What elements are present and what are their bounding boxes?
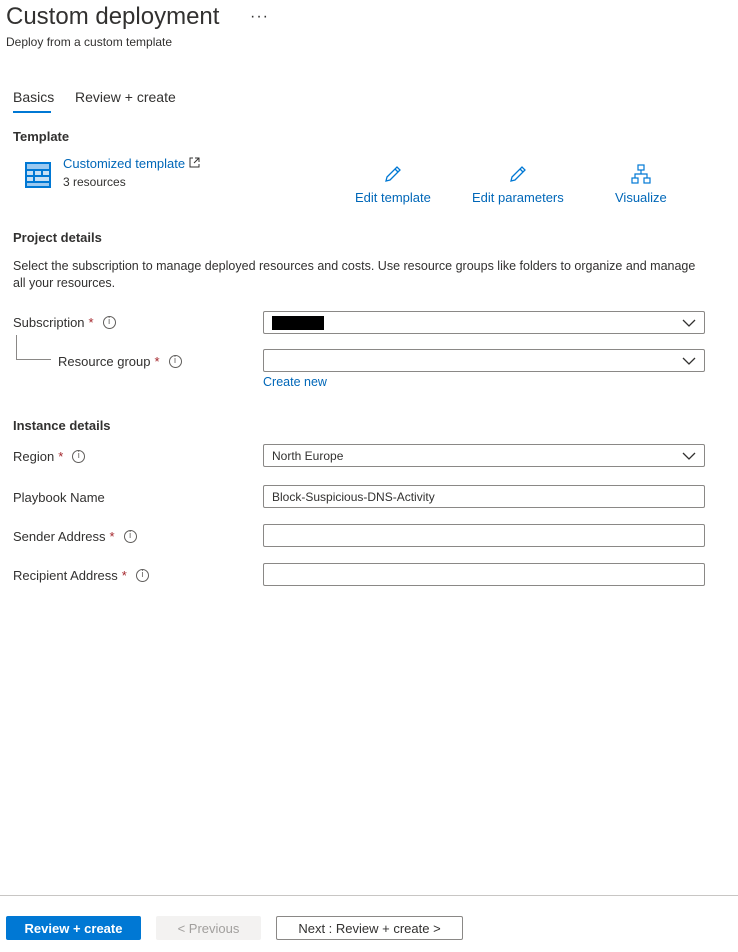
sender-address-label-text: Sender Address: [13, 529, 106, 544]
edit-template-button[interactable]: Edit template: [355, 163, 431, 205]
region-dropdown[interactable]: North Europe: [263, 444, 705, 467]
playbook-name-value: Block-Suspicious-DNS-Activity: [272, 489, 435, 504]
customized-template-link[interactable]: Customized template: [63, 156, 185, 171]
tab-selected-indicator: [13, 111, 51, 113]
info-icon[interactable]: i: [123, 530, 137, 543]
hierarchy-icon: [630, 163, 652, 188]
template-link-row[interactable]: Customized template: [63, 156, 200, 171]
required-asterisk: *: [58, 449, 64, 464]
tab-basics[interactable]: Basics: [13, 89, 54, 105]
recipient-address-label: Recipient Address * i: [13, 568, 149, 583]
sender-address-label: Sender Address * i: [13, 529, 137, 544]
external-link-icon: [189, 156, 200, 171]
info-icon[interactable]: i: [102, 316, 116, 329]
info-icon[interactable]: i: [135, 569, 149, 582]
next-button[interactable]: Next : Review + create >: [276, 916, 463, 940]
chevron-down-icon: [682, 316, 696, 333]
subscription-dropdown[interactable]: [263, 311, 705, 334]
redacted-subscription-value: [272, 315, 324, 330]
resource-group-dropdown[interactable]: [263, 349, 705, 372]
visualize-label: Visualize: [615, 190, 667, 205]
edit-parameters-button[interactable]: Edit parameters: [472, 163, 564, 205]
required-asterisk: *: [109, 529, 115, 544]
recipient-address-input[interactable]: [263, 563, 705, 586]
create-new-link[interactable]: Create new: [263, 375, 327, 389]
tab-review-create[interactable]: Review + create: [75, 89, 176, 105]
edit-template-label: Edit template: [355, 190, 431, 205]
pencil-icon: [382, 163, 404, 188]
edit-parameters-label: Edit parameters: [472, 190, 564, 205]
page-subtitle: Deploy from a custom template: [6, 35, 173, 49]
resource-group-label-text: Resource group: [58, 354, 151, 369]
page-title: Custom deployment: [6, 3, 220, 30]
subscription-label: Subscription * i: [13, 315, 116, 330]
playbook-name-input[interactable]: Block-Suspicious-DNS-Activity: [263, 485, 705, 508]
more-options-button[interactable]: ···: [250, 8, 269, 26]
visualize-button[interactable]: Visualize: [615, 163, 667, 205]
playbook-name-label: Playbook Name: [13, 490, 105, 505]
review-create-button[interactable]: Review + create: [6, 916, 141, 940]
previous-button[interactable]: < Previous: [156, 916, 261, 940]
chevron-down-icon: [682, 354, 696, 371]
resource-group-label: Resource group * i: [58, 354, 182, 369]
tree-connector: [16, 335, 51, 360]
footer-divider: [0, 895, 738, 896]
subscription-label-text: Subscription: [13, 315, 85, 330]
playbook-name-label-text: Playbook Name: [13, 490, 105, 505]
project-details-description: Select the subscription to manage deploy…: [13, 259, 696, 290]
info-icon[interactable]: i: [72, 450, 86, 463]
template-icon: [24, 161, 52, 192]
recipient-address-label-text: Recipient Address: [13, 568, 118, 583]
chevron-down-icon: [682, 449, 696, 466]
sender-address-input[interactable]: [263, 524, 705, 547]
required-asterisk: *: [88, 315, 94, 330]
required-asterisk: *: [121, 568, 127, 583]
region-label: Region * i: [13, 449, 86, 464]
template-section-title: Template: [13, 129, 70, 144]
region-label-text: Region: [13, 449, 55, 464]
required-asterisk: *: [154, 354, 160, 369]
template-resource-count: 3 resources: [63, 175, 126, 189]
instance-details-title: Instance details: [13, 418, 111, 433]
pencil-icon: [507, 163, 529, 188]
project-details-title: Project details: [13, 230, 102, 245]
info-icon[interactable]: i: [168, 355, 182, 368]
region-value: North Europe: [272, 448, 344, 463]
